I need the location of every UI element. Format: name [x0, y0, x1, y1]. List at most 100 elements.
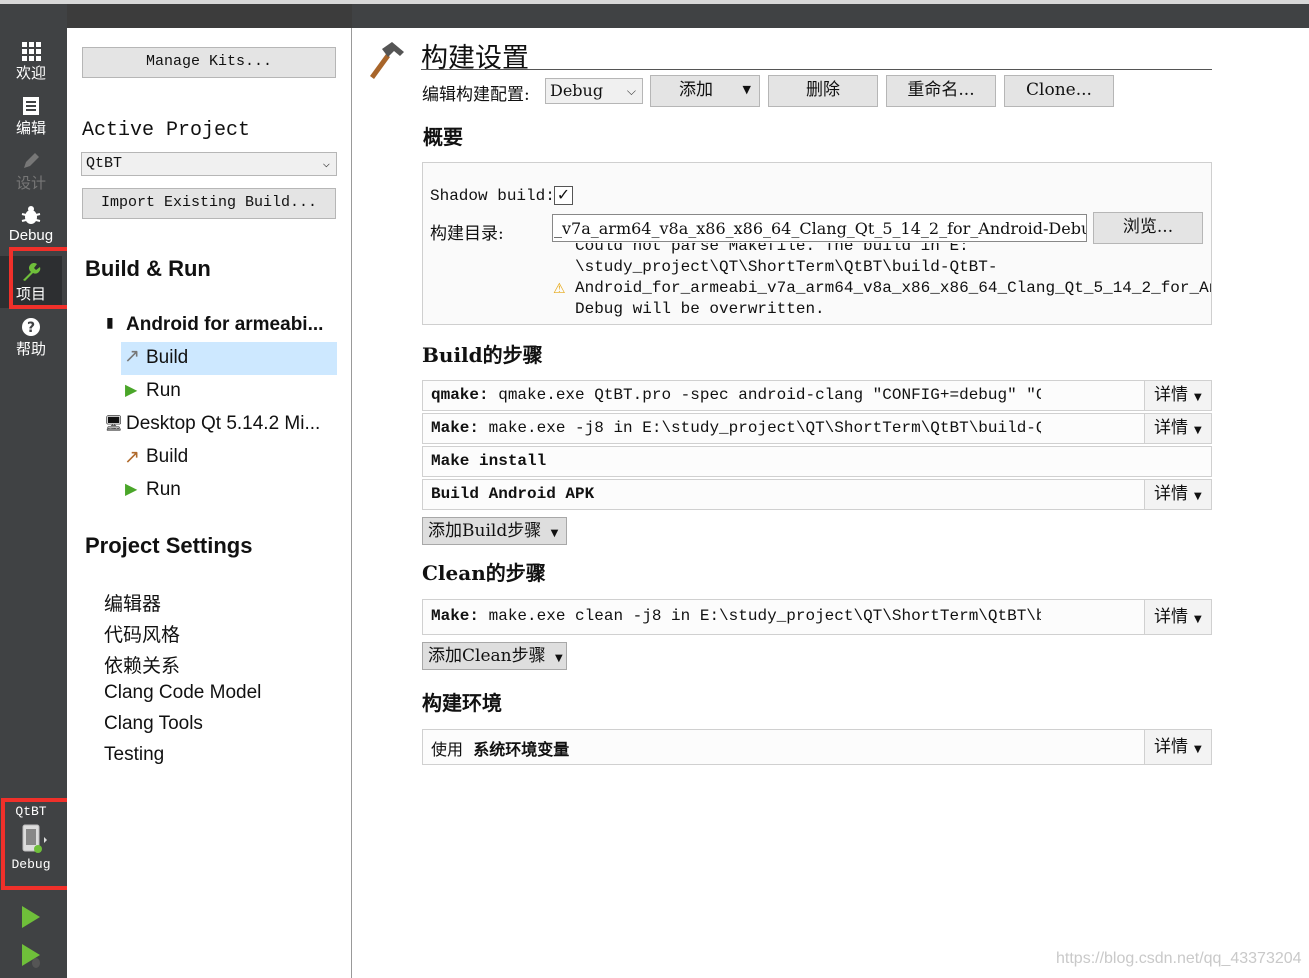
browse-button[interactable]: 浏览...: [1093, 212, 1203, 244]
active-project-select[interactable]: QtBT ⌵: [81, 152, 337, 176]
config-value: Debug: [550, 81, 604, 100]
add-config-label: 添加: [679, 80, 713, 100]
overview-title: 概要: [423, 125, 463, 149]
settings-item-dependencies[interactable]: 依赖关系: [104, 651, 180, 678]
dropdown-arrow-icon: ▼: [1194, 425, 1202, 436]
env-text: 使用 系统环境变量: [431, 736, 1041, 760]
details-button[interactable]: 详情 ▼: [1144, 730, 1211, 764]
mode-debug[interactable]: Debug: [0, 205, 62, 244]
build-label: Build: [146, 446, 189, 467]
help-icon: ?: [22, 318, 40, 336]
details-button[interactable]: 详情 ▼: [1144, 414, 1211, 443]
run-icon[interactable]: [19, 904, 43, 930]
clone-config-button[interactable]: Clone...: [1004, 75, 1114, 107]
build-label: Build: [146, 347, 189, 368]
build-run-title: Build & Run: [85, 256, 211, 281]
dropdown-arrow-icon: ▼: [1194, 491, 1202, 502]
dropdown-arrow-icon: ▼: [550, 528, 559, 539]
mode-label: 编辑: [15, 120, 46, 137]
step-name: Make install: [431, 452, 547, 470]
step-name: Build Android APK: [431, 485, 595, 503]
build-dir-value: _v7a_arm64_v8a_x86_x86_64_Clang_Qt_5_14_…: [554, 219, 1087, 238]
details-button[interactable]: 详情 ▼: [1144, 480, 1211, 509]
step-text: Make install: [431, 452, 1041, 470]
delete-config-button[interactable]: 删除: [768, 75, 878, 107]
step-command: qmake.exe QtBT.pro -spec android-clang "…: [488, 386, 1041, 404]
step-text: Build Android APK: [431, 485, 1041, 503]
details-label: 详情: [1154, 385, 1188, 405]
mode-label: 帮助: [15, 341, 46, 358]
mode-design[interactable]: 设计: [0, 150, 62, 193]
kit-desktop[interactable]: Desktop Qt 5.14.2 Mi...: [126, 413, 320, 435]
dropdown-arrow-icon: ▼: [742, 83, 751, 96]
build-dir-input[interactable]: _v7a_arm64_v8a_x86_x86_64_Clang_Qt_5_14_…: [552, 214, 1087, 242]
kit-android[interactable]: Android for armeabi...: [126, 314, 323, 336]
details-button[interactable]: 详情 ▼: [1144, 600, 1211, 634]
warning-line: Debug will be overwritten.: [575, 300, 825, 318]
import-build-button[interactable]: Import Existing Build...: [82, 188, 336, 219]
step-name: Make:: [431, 607, 480, 625]
chevron-down-icon: ⌵: [626, 84, 636, 98]
build-step-android-apk[interactable]: Build Android APK 详情 ▼: [422, 479, 1212, 510]
shadow-build-checkbox[interactable]: ✓: [554, 186, 573, 205]
run-label: Run: [146, 479, 181, 500]
mode-welcome[interactable]: 欢迎: [0, 40, 62, 83]
play-icon: ▶: [125, 382, 138, 399]
run-label: Run: [146, 380, 181, 401]
env-title: 构建环境: [422, 691, 502, 715]
build-step-qmake[interactable]: qmake: qmake.exe QtBT.pro -spec android-…: [422, 380, 1212, 411]
title-divider: [421, 69, 1212, 70]
top-bar: [0, 0, 1309, 28]
top-bar-right: [352, 4, 1309, 28]
config-select[interactable]: Debug ⌵: [545, 78, 643, 104]
build-dir-label: 构建目录:: [430, 224, 504, 244]
step-text: Make: make.exe clean -j8 in E:\study_pro…: [431, 607, 1041, 625]
kit-android-build[interactable]: ↗ Build: [121, 342, 337, 375]
env-use: 使用: [431, 740, 464, 759]
mode-label: Debug: [8, 227, 54, 244]
clean-step-make[interactable]: Make: make.exe clean -j8 in E:\study_pro…: [422, 599, 1212, 635]
clean-steps-title: Clean的步骤: [422, 561, 546, 585]
pencil-icon: [24, 153, 39, 168]
add-clean-step-button[interactable]: 添加Clean步骤 ▼: [422, 642, 567, 670]
rename-config-button[interactable]: 重命名...: [886, 75, 996, 107]
add-build-step-button[interactable]: 添加Build步骤 ▼: [422, 517, 567, 545]
step-command: make.exe clean -j8 in E:\study_project\Q…: [488, 607, 1041, 625]
watermark: https://blog.csdn.net/qq_43373204: [1056, 950, 1302, 967]
debug-run-icon[interactable]: [19, 942, 45, 970]
overview-panel: Shadow build: ✓ 构建目录: _v7a_arm64_v8a_x86…: [422, 162, 1212, 325]
settings-item-clang-code-model[interactable]: Clang Code Model: [104, 682, 261, 704]
settings-item-testing[interactable]: Testing: [104, 744, 164, 766]
details-label: 详情: [1154, 737, 1188, 757]
step-command: make.exe -j8 in E:\study_project\QT\Shor…: [479, 419, 1041, 437]
grid-icon: [22, 42, 41, 61]
step-name: qmake:: [431, 386, 489, 404]
build-steps-title: Build的步骤: [422, 343, 543, 367]
bug-icon: [21, 206, 41, 224]
hammer-icon: ↗: [124, 447, 140, 468]
details-label: 详情: [1154, 484, 1188, 504]
build-step-make-install[interactable]: Make install: [422, 446, 1212, 477]
settings-item-clang-tools[interactable]: Clang Tools: [104, 713, 203, 735]
mode-edit[interactable]: 编辑: [0, 95, 62, 138]
details-button[interactable]: 详情 ▼: [1144, 381, 1211, 410]
phone-icon: ▮: [106, 314, 114, 330]
mode-label: 设计: [15, 175, 46, 192]
add-clean-step-label: 添加Clean步骤: [428, 646, 546, 666]
add-config-button[interactable]: 添加 ▼: [650, 75, 760, 107]
step-text: qmake: qmake.exe QtBT.pro -spec android-…: [431, 386, 1041, 408]
svg-text:?: ?: [27, 320, 35, 336]
build-environment-row[interactable]: 使用 系统环境变量 详情 ▼: [422, 729, 1212, 765]
manage-kits-button[interactable]: Manage Kits...: [82, 47, 336, 78]
hammer-icon: [370, 42, 404, 79]
settings-item-code-style[interactable]: 代码风格: [104, 620, 180, 647]
dropdown-arrow-icon: ▼: [555, 653, 563, 664]
mode-help[interactable]: ? 帮助: [0, 316, 62, 359]
settings-item-editor[interactable]: 编辑器: [104, 589, 161, 616]
dropdown-arrow-icon: ▼: [1194, 614, 1202, 625]
mode-label: 欢迎: [15, 65, 46, 82]
monitor-icon: 🖥: [104, 415, 124, 432]
dropdown-arrow-icon: ▼: [1194, 392, 1202, 403]
build-step-make[interactable]: Make: make.exe -j8 in E:\study_project\Q…: [422, 413, 1212, 444]
warning-line: Could not parse Makefile. The build in E…: [575, 243, 969, 255]
